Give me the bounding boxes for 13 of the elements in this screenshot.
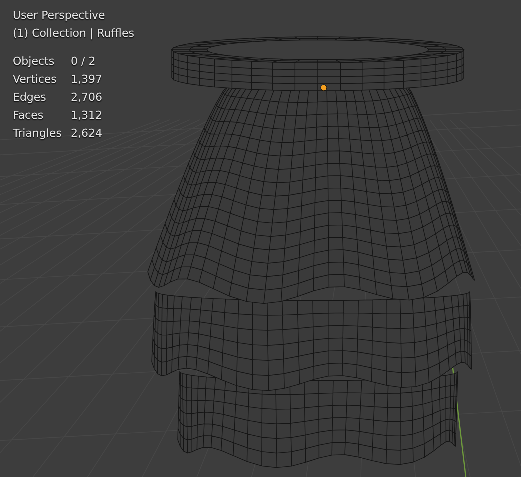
stat-label: Triangles	[13, 126, 63, 142]
ruffled-skirt-mesh-drawing[interactable]	[148, 36, 476, 468]
stat-value: 0 / 2	[71, 54, 97, 70]
collection-label: (1) Collection | Ruffles	[13, 26, 134, 42]
stat-value: 1,312	[71, 108, 104, 124]
stat-label: Vertices	[13, 72, 58, 88]
view-name-label: User Perspective	[13, 8, 106, 24]
stat-label: Faces	[13, 108, 45, 124]
stat-value: 2,706	[71, 90, 104, 106]
stat-value: 2,624	[71, 126, 104, 142]
stat-value: 1,397	[71, 72, 104, 88]
stat-label: Edges	[13, 90, 48, 106]
stat-label: Objects	[13, 54, 56, 70]
